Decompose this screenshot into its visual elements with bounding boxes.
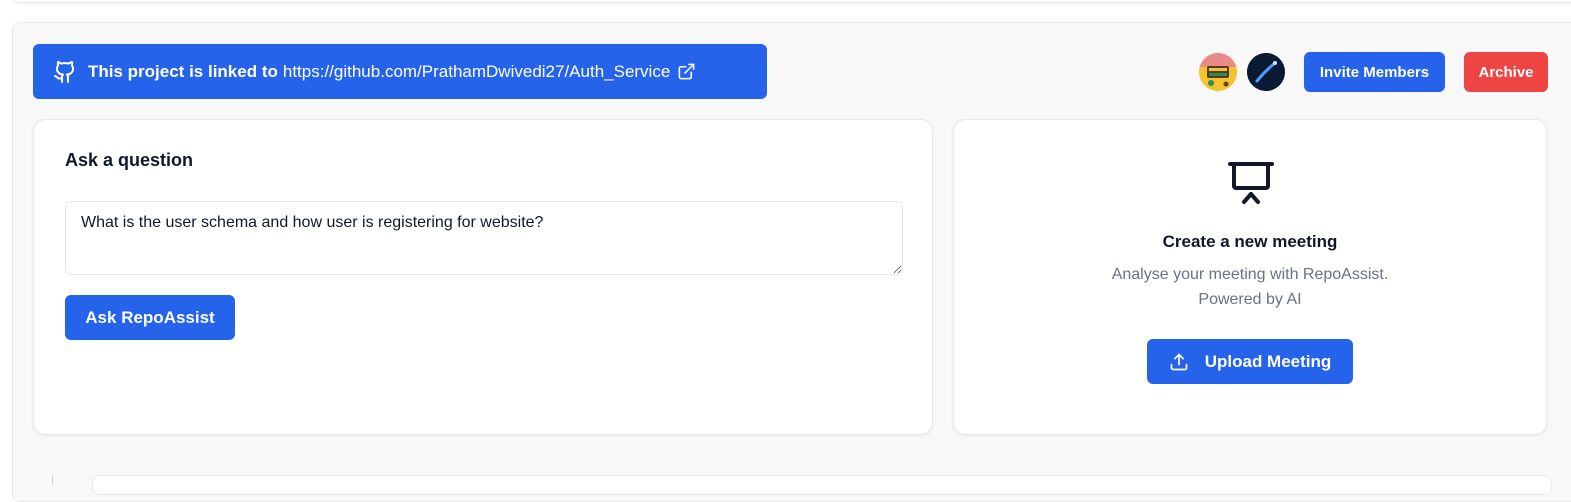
ask-question-card: Ask a question What is the user schema a… bbox=[33, 119, 933, 435]
github-link-banner: This project is linked to https://github… bbox=[33, 44, 767, 99]
ask-repoassist-button[interactable]: Ask RepoAssist bbox=[65, 295, 235, 340]
upload-meeting-label: Upload Meeting bbox=[1204, 351, 1332, 371]
next-card-edge bbox=[92, 475, 1552, 495]
meeting-description: Analyse your meeting with RepoAssist. Po… bbox=[954, 262, 1546, 312]
previous-card-edge bbox=[12, 0, 1571, 3]
member-avatar-1[interactable] bbox=[1199, 53, 1237, 91]
divider bbox=[52, 475, 53, 485]
archive-button[interactable]: Archive bbox=[1464, 52, 1548, 92]
meeting-description-line-2: Powered by AI bbox=[1198, 291, 1302, 308]
external-link-icon[interactable] bbox=[677, 62, 696, 81]
meeting-title: Create a new meeting bbox=[1162, 232, 1338, 251]
invite-members-button[interactable]: Invite Members bbox=[1304, 52, 1445, 92]
ask-question-title: Ask a question bbox=[65, 150, 194, 170]
presentation-icon bbox=[1227, 160, 1275, 208]
meeting-description-line-1: Analyse your meeting with RepoAssist. bbox=[1111, 266, 1389, 283]
repo-link[interactable]: https://github.com/PrathamDwivedi27/Auth… bbox=[283, 62, 670, 82]
question-input[interactable]: What is the user schema and how user is … bbox=[65, 201, 903, 275]
github-icon bbox=[53, 60, 77, 84]
upload-meeting-button[interactable]: Upload Meeting bbox=[1147, 339, 1353, 384]
upload-icon bbox=[1169, 352, 1189, 372]
banner-text: This project is linked to bbox=[88, 61, 278, 81]
create-meeting-card: Create a new meeting Analyse your meetin… bbox=[953, 119, 1547, 435]
member-avatar-2[interactable] bbox=[1247, 53, 1285, 91]
